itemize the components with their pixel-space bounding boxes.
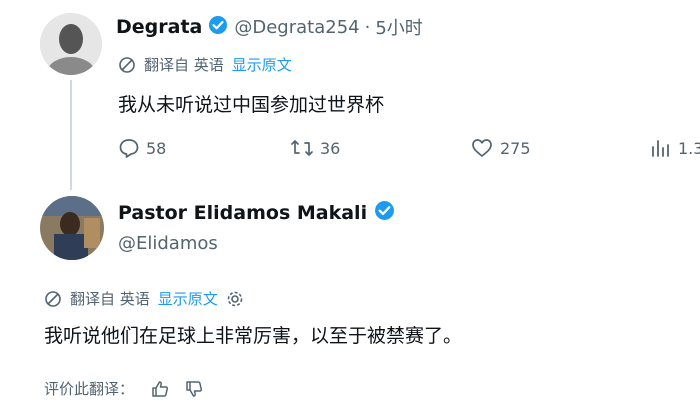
thumbs-up-icon[interactable] bbox=[150, 379, 170, 399]
verified-badge-icon bbox=[208, 15, 228, 39]
tweet1-translated-from: 翻译自 英语 bbox=[144, 56, 224, 74]
tweet2-text: 我听说他们在足球上非常厉害，以至于被禁赛了。 bbox=[44, 325, 463, 347]
tweet2-translation-row: 翻译自 英语 显示原文 bbox=[44, 288, 244, 309]
tweet1-handle[interactable]: @Degrata254 bbox=[234, 17, 359, 38]
tweet1-show-original-link[interactable]: 显示原文 bbox=[232, 54, 292, 75]
tweet1-time[interactable]: 5小时 bbox=[375, 14, 422, 40]
tweet1-separator: · bbox=[364, 16, 371, 38]
tweet1-display-name[interactable]: Degrata bbox=[116, 16, 202, 38]
translate-icon bbox=[118, 56, 136, 74]
tweet2-show-original-link[interactable]: 显示原文 bbox=[158, 288, 218, 309]
like-count: 275 bbox=[500, 138, 531, 158]
gear-icon[interactable] bbox=[226, 290, 244, 308]
verified-badge-icon bbox=[374, 200, 395, 225]
tweet1-translation-row: 翻译自 英语 显示原文 bbox=[118, 54, 292, 75]
reply-button[interactable]: 58 bbox=[118, 137, 166, 159]
retweet-icon bbox=[290, 137, 320, 159]
like-icon bbox=[470, 137, 500, 159]
tweet1-text: 我从未听说过中国参加过世界杯 bbox=[118, 94, 385, 116]
views-count: 1.3 bbox=[678, 138, 700, 158]
thread-line bbox=[70, 80, 72, 190]
reply-icon bbox=[118, 137, 146, 159]
like-button[interactable]: 275 bbox=[470, 137, 531, 159]
tweet2-display-name[interactable]: Pastor Elidamos Makali bbox=[118, 202, 367, 224]
rate-translation-label: 评价此翻译： bbox=[44, 380, 135, 398]
reply-count: 58 bbox=[146, 138, 167, 158]
retweet-button[interactable]: 36 bbox=[290, 137, 340, 159]
thumbs-down-icon[interactable] bbox=[184, 379, 204, 399]
retweet-count: 36 bbox=[320, 138, 341, 158]
tweet2-avatar[interactable] bbox=[40, 196, 104, 260]
tweet2-translated-from: 翻译自 英语 bbox=[70, 290, 150, 308]
views-icon bbox=[650, 137, 678, 159]
tweet2-handle[interactable]: @Elidamos bbox=[118, 233, 218, 254]
views-button[interactable]: 1.3 bbox=[650, 137, 700, 159]
translate-icon bbox=[44, 290, 62, 308]
tweet1-avatar[interactable] bbox=[40, 13, 102, 75]
